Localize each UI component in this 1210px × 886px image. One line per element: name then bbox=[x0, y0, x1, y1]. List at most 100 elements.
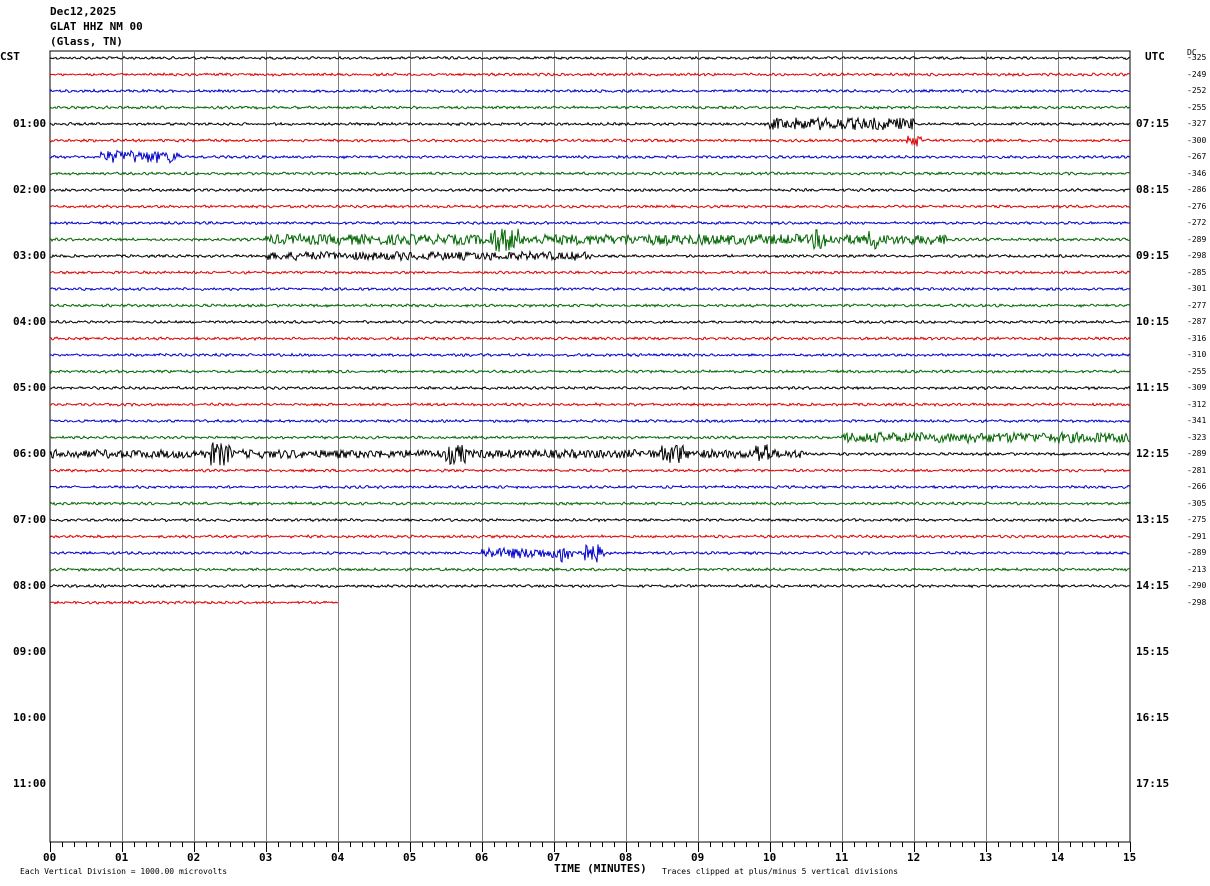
trace-row bbox=[49, 203, 1131, 209]
trace-row bbox=[49, 335, 1131, 342]
dc-offset-label: -287 bbox=[1187, 317, 1207, 326]
trace-row bbox=[49, 149, 1131, 165]
dc-offset-label: -316 bbox=[1187, 333, 1207, 343]
trace-row bbox=[49, 228, 1131, 252]
dc-offset-label: -310 bbox=[1187, 350, 1207, 359]
trace-row bbox=[49, 484, 1131, 490]
dc-offset-label: -298 bbox=[1187, 251, 1207, 260]
x-tick-label: 03 bbox=[259, 851, 273, 864]
trace-row bbox=[49, 583, 1131, 589]
right-hour-label: 08:15 bbox=[1136, 183, 1170, 196]
dc-offset-label: -281 bbox=[1187, 465, 1207, 475]
x-tick-label: 11 bbox=[835, 851, 849, 864]
trace-row bbox=[49, 468, 1131, 473]
dc-offset-label: -341 bbox=[1187, 416, 1207, 425]
right-hour-label: 10:15 bbox=[1136, 315, 1170, 328]
dc-offset-label: -305 bbox=[1187, 498, 1207, 508]
x-tick-label: 05 bbox=[403, 851, 417, 864]
chart-traces bbox=[49, 55, 1131, 605]
left-hour-label: 01:00 bbox=[13, 117, 47, 130]
dc-offset-label: -291 bbox=[1187, 531, 1207, 541]
trace-row bbox=[49, 55, 1131, 61]
left-hour-label: 09:00 bbox=[13, 645, 47, 658]
trace-row bbox=[49, 104, 1131, 110]
trace-row bbox=[49, 368, 1131, 375]
trace-row bbox=[49, 116, 1131, 131]
trace-row bbox=[49, 543, 1131, 563]
x-tick-label: 00 bbox=[43, 851, 57, 864]
x-tick-label: 15 bbox=[1123, 851, 1137, 864]
dc-offset-label: -289 bbox=[1187, 548, 1207, 557]
dc-offset-label: -272 bbox=[1187, 218, 1207, 227]
x-tick-label: 04 bbox=[331, 851, 345, 864]
trace-row bbox=[49, 567, 1130, 572]
trace-row bbox=[49, 88, 1131, 94]
left-hour-label: 03:00 bbox=[13, 249, 47, 262]
left-hour-label: 11:00 bbox=[13, 777, 47, 790]
trace-row bbox=[49, 534, 1131, 539]
trace-row bbox=[49, 286, 1131, 292]
dc-offset-label: -312 bbox=[1187, 399, 1207, 409]
trace-row bbox=[50, 430, 1131, 445]
trace-row bbox=[49, 249, 1131, 263]
dc-offset-label: -301 bbox=[1187, 284, 1207, 293]
dc-offset-label: -323 bbox=[1187, 432, 1207, 442]
x-tick-label: 01 bbox=[115, 851, 129, 864]
left-hour-label: 08:00 bbox=[13, 579, 47, 592]
dc-offset-label: -249 bbox=[1187, 69, 1207, 79]
left-hour-label: 04:00 bbox=[13, 315, 47, 328]
dc-offset-label: -290 bbox=[1187, 581, 1207, 590]
trace-row bbox=[49, 517, 1131, 523]
trace-row bbox=[49, 352, 1131, 358]
scale-note: Each Vertical Division = 1000.00 microvo… bbox=[20, 867, 228, 876]
trace-row bbox=[49, 303, 1131, 308]
dc-offset-label: -346 bbox=[1187, 168, 1207, 178]
x-tick-label: 13 bbox=[979, 851, 993, 864]
trace-row bbox=[49, 319, 1131, 325]
dc-offset-label: -277 bbox=[1187, 300, 1207, 310]
trace-row bbox=[49, 187, 1131, 193]
dc-offset-label: -286 bbox=[1187, 185, 1207, 194]
right-hour-label: 17:15 bbox=[1136, 777, 1170, 790]
x-axis-label: TIME (MINUTES) bbox=[554, 862, 647, 875]
trace-row bbox=[49, 220, 1131, 226]
clip-note: Traces clipped at plus/minus 5 vertical … bbox=[662, 867, 899, 876]
x-tick-label: 10 bbox=[763, 851, 777, 864]
right-hour-label: 16:15 bbox=[1136, 711, 1170, 724]
trace-row bbox=[49, 171, 1131, 176]
dc-offset-label: -275 bbox=[1187, 515, 1207, 524]
dc-offset-label: -255 bbox=[1187, 102, 1207, 112]
dc-offset-label: -252 bbox=[1187, 86, 1207, 95]
right-hour-label: 14:15 bbox=[1136, 579, 1170, 592]
trace-row bbox=[49, 401, 1131, 408]
dc-offset-label: -289 bbox=[1187, 234, 1207, 244]
x-tick-label: 02 bbox=[187, 851, 201, 864]
trace-row bbox=[49, 72, 1131, 77]
dc-offset-label: -298 bbox=[1187, 597, 1207, 607]
dc-offset-label: -309 bbox=[1187, 383, 1207, 392]
helicorder-chart bbox=[49, 50, 1131, 852]
left-hour-label: 10:00 bbox=[13, 711, 47, 724]
x-tick-label: 14 bbox=[1051, 851, 1065, 864]
right-hour-label: 12:15 bbox=[1136, 447, 1170, 460]
dc-offset-label: -267 bbox=[1187, 152, 1207, 161]
right-hour-label: 07:15 bbox=[1136, 117, 1170, 130]
dc-offset-label: -300 bbox=[1187, 135, 1207, 145]
dc-offset-label: -289 bbox=[1187, 449, 1207, 458]
right-hour-label: 11:15 bbox=[1136, 381, 1170, 394]
trace-row bbox=[49, 418, 1131, 424]
left-hour-label: 05:00 bbox=[13, 381, 47, 394]
trace-row bbox=[49, 135, 1131, 147]
right-hour-label: 13:15 bbox=[1136, 513, 1170, 526]
dc-offset-label: -266 bbox=[1187, 482, 1207, 491]
dc-offset-label: -285 bbox=[1187, 267, 1207, 277]
trace-row bbox=[49, 385, 1131, 391]
dc-offset-label: -327 bbox=[1187, 119, 1207, 128]
right-hour-label: 15:15 bbox=[1136, 645, 1170, 658]
x-tick-label: 06 bbox=[475, 851, 489, 864]
dc-offset-label: -325 bbox=[1187, 53, 1207, 62]
trace-row bbox=[49, 270, 1131, 275]
trace-row bbox=[49, 442, 1131, 466]
right-hour-label: 09:15 bbox=[1136, 249, 1170, 262]
left-hour-label: 02:00 bbox=[13, 183, 47, 196]
